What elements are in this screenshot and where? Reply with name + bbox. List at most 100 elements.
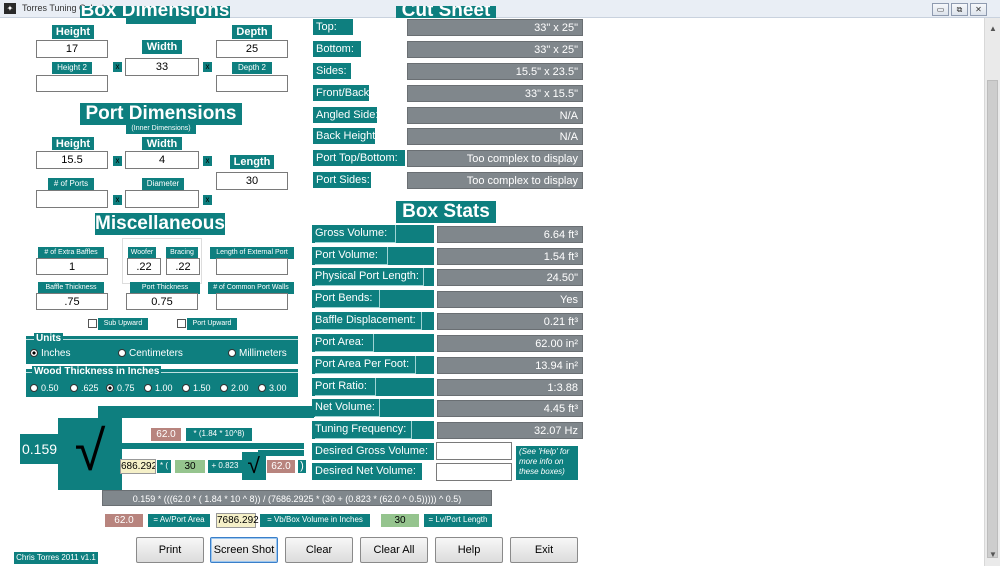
box-stat-label: Net Volume: [315, 399, 380, 417]
port-height-label: Height [52, 137, 94, 150]
clear-button[interactable]: Clear [285, 537, 353, 563]
formula-plus: + 0.823 [208, 460, 242, 473]
units-legend: Units [34, 333, 63, 344]
box-stat-value: 1:3.88 [437, 379, 583, 396]
box-height-input[interactable]: 17 [36, 40, 108, 58]
print-button[interactable]: Print [136, 537, 204, 563]
port-upward-label: Port Upward [187, 318, 237, 330]
wood-0625-option[interactable]: .625 [70, 383, 99, 393]
ext-port-input[interactable] [216, 258, 288, 275]
woofer-input[interactable]: .22 [127, 258, 161, 275]
radio-icon [220, 384, 228, 392]
box-stat-row: Port Area Per Foot: [312, 356, 434, 374]
num-ports-input[interactable] [36, 190, 108, 208]
box-stat-value: 1.54 ft³ [437, 248, 583, 265]
box-stat-row: Port Area: [312, 334, 434, 352]
radio-icon [70, 384, 78, 392]
box-stat-label: Port Area Per Foot: [315, 356, 416, 374]
port-height-input[interactable]: 15.5 [36, 151, 108, 169]
inner-dimensions-tab [126, 18, 196, 24]
sub-upward-label: Sub Upward [98, 318, 148, 330]
box-stat-row: Tuning Frequency: [312, 421, 434, 439]
box-stat-value: 13.94 in² [437, 357, 583, 374]
box-depth2-input[interactable] [216, 75, 288, 92]
cut-sheet-label: Bottom: [313, 41, 361, 57]
cut-sheet-value: 33" x 15.5" [407, 85, 583, 102]
scroll-thumb[interactable] [987, 80, 998, 558]
diameter-label: Diameter [142, 178, 184, 190]
cut-sheet-value: Too complex to display [407, 172, 583, 189]
clear-all-button[interactable]: Clear All [360, 537, 428, 563]
radio-icon [106, 384, 114, 392]
wood-300-option[interactable]: 3.00 [258, 383, 287, 393]
cut-sheet-label: Port Top/Bottom: [313, 150, 405, 166]
formula-coefficient: 0.159 [20, 434, 60, 464]
close-button[interactable]: ✕ [970, 3, 987, 16]
desired-gross-input[interactable] [436, 442, 512, 460]
restore-button[interactable]: ⧉ [951, 3, 968, 16]
fraction-bar [122, 443, 304, 449]
box-depth-input[interactable]: 25 [216, 40, 288, 58]
wood-150-option[interactable]: 1.50 [182, 383, 211, 393]
port-upward-checkbox[interactable] [177, 319, 186, 328]
formula-constant: * (1.84 * 10^8) [186, 428, 252, 441]
common-walls-input[interactable] [216, 293, 288, 310]
units-mm-option[interactable]: Millimeters [228, 348, 287, 359]
wood-075-option[interactable]: 0.75 [106, 383, 135, 393]
exit-button[interactable]: Exit [510, 537, 578, 563]
port-dimensions-title: Port Dimensions [80, 103, 242, 125]
radio-icon [258, 384, 266, 392]
port-thickness-input[interactable]: 0.75 [126, 293, 198, 310]
app-icon[interactable]: ✦ [4, 3, 16, 14]
baffle-thickness-input[interactable]: .75 [36, 293, 108, 310]
box-stat-label: Physical Port Length: [315, 268, 424, 286]
legend-lv-value: 30 [380, 513, 420, 528]
vertical-scrollbar[interactable]: ▲ ▼ [984, 18, 1000, 566]
legend-area-value: 62.0 [104, 513, 144, 528]
legend-lv-label: = Lv/Port Length [424, 514, 492, 527]
port-width-input[interactable]: 4 [125, 151, 199, 169]
box-stat-row: Net Volume: [312, 399, 434, 417]
wood-050-option[interactable]: 0.50 [30, 383, 59, 393]
extra-baffles-input[interactable]: 1 [36, 258, 108, 275]
wood-legend: Wood Thickness in Inches [32, 366, 162, 377]
units-group: Units Inches Centimeters Millimeters [26, 333, 298, 364]
scroll-up-icon[interactable]: ▲ [985, 22, 1000, 36]
box-stat-label: Port Bends: [315, 290, 380, 308]
wood-200-option[interactable]: 2.00 [220, 383, 249, 393]
width-label: Width [142, 40, 182, 54]
depth2-label: Depth 2 [232, 62, 272, 74]
box-height2-input[interactable] [36, 75, 108, 92]
formula-area: 62.0 [150, 427, 182, 442]
box-stat-row: Port Bends: [312, 290, 434, 308]
box-stat-value: 0.21 ft³ [437, 313, 583, 330]
desired-net-input[interactable] [436, 463, 512, 481]
screen-shot-button[interactable]: Screen Shot [210, 537, 278, 563]
cut-sheet-title: Cut Sheet [396, 6, 496, 18]
box-width-input[interactable]: 33 [125, 58, 199, 76]
minimize-button[interactable]: ▭ [932, 3, 949, 16]
scroll-down-icon[interactable]: ▼ [985, 548, 1000, 562]
box-stat-value: 24.50" [437, 269, 583, 286]
diameter-input[interactable] [125, 190, 199, 208]
cut-sheet-value: N/A [407, 128, 583, 145]
cut-sheet-label: Top: [313, 19, 353, 35]
port-length-label: Length [230, 155, 274, 169]
bracing-input[interactable]: .22 [166, 258, 200, 275]
cut-sheet-label: Port Sides: [313, 172, 371, 188]
box-stat-row: Baffle Displacement: [312, 312, 434, 330]
port-width-label: Width [142, 137, 182, 150]
box-stat-row: Physical Port Length: [312, 268, 434, 286]
box-stat-value: 6.64 ft³ [437, 226, 583, 243]
units-inches-option[interactable]: Inches [30, 348, 70, 359]
cut-sheet-label: Front/Back: [313, 85, 372, 101]
help-button[interactable]: Help [435, 537, 503, 563]
wood-100-option[interactable]: 1.00 [144, 383, 173, 393]
legend-vb-label: = Vb/Box Volume in Inches [260, 514, 370, 527]
port-length-input[interactable]: 30 [216, 172, 288, 190]
sub-upward-checkbox[interactable] [88, 319, 97, 328]
units-cm-option[interactable]: Centimeters [118, 348, 183, 359]
legend-area-label: = Av/Port Area [148, 514, 210, 527]
cut-sheet-label: Back Height: [313, 128, 378, 144]
radio-icon [118, 349, 126, 357]
